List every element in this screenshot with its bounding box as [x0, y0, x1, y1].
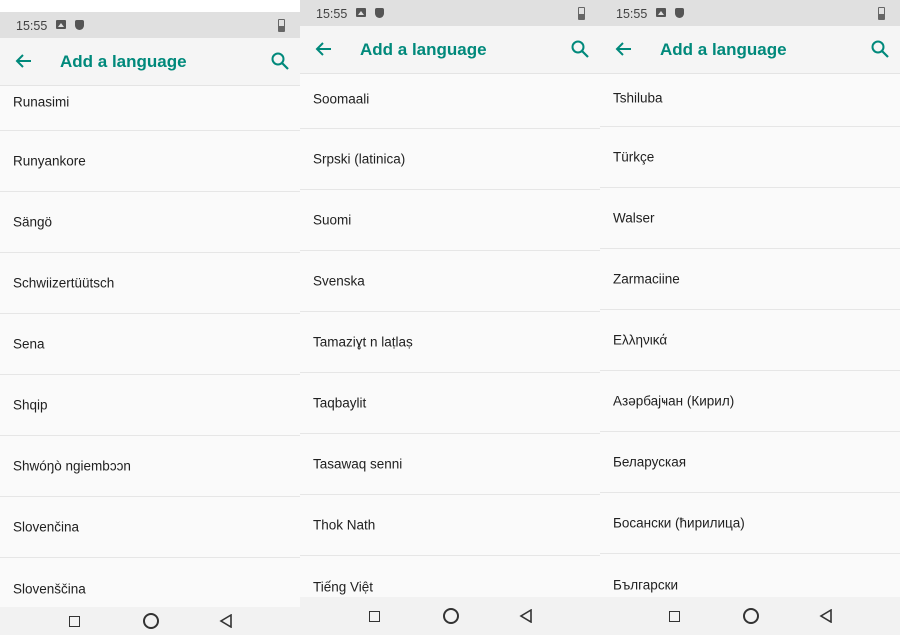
shield-icon: [375, 8, 384, 18]
image-icon: [656, 8, 666, 17]
language-label: Shqip: [13, 397, 48, 413]
language-label: Tiếng Việt: [313, 579, 374, 594]
back-button[interactable]: [519, 609, 533, 623]
language-label: Азәрбајҹан (Кирил): [613, 393, 735, 409]
language-label: Walser: [613, 210, 655, 226]
status-time: 15:55: [316, 7, 348, 21]
language-item[interactable]: Türkçe: [600, 127, 900, 188]
search-icon[interactable]: [570, 39, 590, 59]
status-time: 15:55: [16, 19, 48, 33]
recents-button[interactable]: [669, 611, 680, 622]
language-item[interactable]: Runasimi: [0, 71, 300, 131]
home-button[interactable]: [443, 608, 459, 624]
image-icon: [56, 20, 66, 29]
language-label: Runasimi: [13, 94, 70, 110]
language-label: Srpski (latinica): [313, 151, 406, 167]
search-icon[interactable]: [270, 51, 290, 71]
language-label: Runyankore: [13, 153, 86, 169]
language-item[interactable]: Schwiizertüütsch: [0, 253, 300, 314]
language-item[interactable]: Svenska: [300, 251, 600, 312]
status-bar: 15:55: [600, 0, 900, 26]
home-button[interactable]: [743, 608, 759, 624]
language-item[interactable]: Zarmaciine: [600, 249, 900, 310]
language-label: Slovenščina: [13, 581, 86, 596]
language-item[interactable]: Tamaziɣt n laṭlaṣ: [300, 312, 600, 373]
home-button[interactable]: [143, 613, 159, 629]
back-arrow-icon[interactable]: [14, 51, 34, 71]
language-label: Tshiluba: [613, 90, 663, 106]
language-item[interactable]: Босански (ћирилица): [600, 493, 900, 554]
language-label: Thok Nath: [313, 517, 376, 533]
language-label: Tamaziɣt n laṭlaṣ: [313, 334, 413, 350]
language-label: Tasawaq senni: [313, 456, 403, 472]
back-arrow-icon[interactable]: [614, 39, 634, 59]
language-label: Zarmaciine: [613, 271, 680, 287]
language-item[interactable]: Suomi: [300, 190, 600, 251]
battery-icon: [878, 7, 885, 20]
language-item[interactable]: Shqip: [0, 375, 300, 436]
screen-2: 15:55 Add a language Soomaali Srpski (la…: [300, 0, 600, 635]
language-label: Shwóŋò ngiembɔɔn: [13, 458, 131, 474]
back-button[interactable]: [819, 609, 833, 623]
page-title: Add a language: [660, 40, 787, 59]
recents-button[interactable]: [369, 611, 380, 622]
language-item[interactable]: Runyankore: [0, 131, 300, 192]
language-label: Suomi: [313, 212, 352, 228]
status-bar: 15:55: [0, 12, 300, 38]
language-label: Ελληνικά: [613, 332, 668, 348]
language-label: Sena: [13, 336, 45, 352]
language-label: Türkçe: [613, 149, 655, 165]
navigation-bar: [600, 597, 900, 635]
language-label: Slovenčina: [13, 519, 80, 535]
language-item[interactable]: Taqbaylit: [300, 373, 600, 434]
navigation-bar: [300, 597, 600, 635]
language-item[interactable]: Азәрбајҹан (Кирил): [600, 371, 900, 432]
status-time: 15:55: [616, 7, 648, 21]
navigation-bar: [0, 607, 300, 635]
language-label: Svenska: [313, 273, 365, 289]
recents-button[interactable]: [69, 616, 80, 627]
language-item[interactable]: Sängö: [0, 192, 300, 253]
language-label: Босански (ћирилица): [613, 515, 745, 531]
page-title: Add a language: [60, 52, 187, 71]
battery-icon: [278, 19, 285, 32]
language-label: Taqbaylit: [313, 395, 367, 411]
language-item[interactable]: Soomaali: [300, 70, 600, 129]
language-label: Soomaali: [313, 91, 370, 107]
language-item[interactable]: Slovenčina: [0, 497, 300, 558]
language-item[interactable]: Ελληνικά: [600, 310, 900, 371]
language-item[interactable]: Sena: [0, 314, 300, 375]
shield-icon: [675, 8, 684, 18]
app-bar: Add a language: [300, 26, 600, 74]
language-label: Български: [613, 577, 679, 592]
screen-3: 15:55 Add a language Tshiluba Türkçe Wal…: [600, 0, 900, 635]
app-bar: Add a language: [600, 26, 900, 74]
language-item[interactable]: Беларуская: [600, 432, 900, 493]
search-icon[interactable]: [870, 39, 890, 59]
back-arrow-icon[interactable]: [314, 39, 334, 59]
status-bar: 15:55: [300, 0, 600, 26]
language-item[interactable]: Shwóŋò ngiembɔɔn: [0, 436, 300, 497]
language-label: Sängö: [13, 214, 53, 230]
language-item[interactable]: Walser: [600, 188, 900, 249]
language-item[interactable]: Thok Nath: [300, 495, 600, 556]
page-title: Add a language: [360, 40, 487, 59]
language-item[interactable]: Tasawaq senni: [300, 434, 600, 495]
battery-icon: [578, 7, 585, 20]
image-icon: [356, 8, 366, 17]
language-item[interactable]: Tshiluba: [600, 70, 900, 127]
language-item[interactable]: Srpski (latinica): [300, 129, 600, 190]
language-label: Беларуская: [613, 454, 687, 470]
shield-icon: [75, 20, 84, 30]
language-label: Schwiizertüütsch: [13, 275, 115, 291]
screen-1: 15:55 Add a language Runasimi Runyankore…: [0, 12, 300, 635]
back-button[interactable]: [219, 614, 233, 628]
